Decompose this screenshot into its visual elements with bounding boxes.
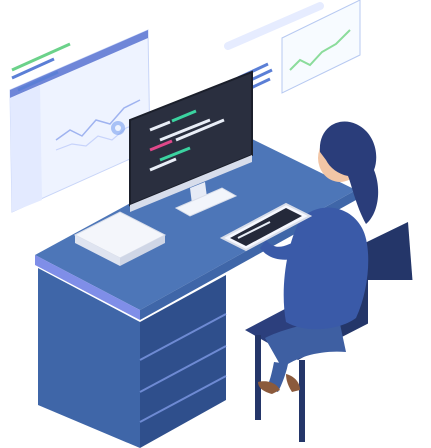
white-occluder [368,280,431,448]
illustration [9,0,431,448]
shoe [286,374,300,392]
